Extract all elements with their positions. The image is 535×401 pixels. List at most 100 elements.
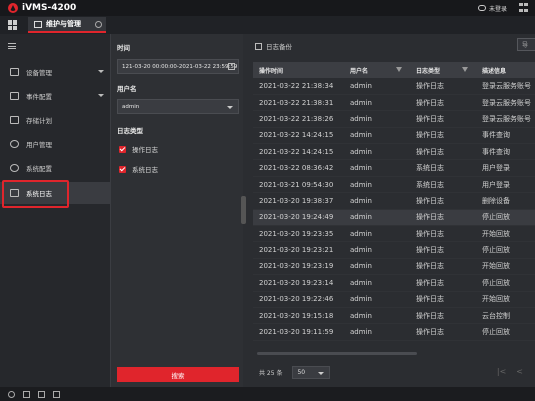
sidebar-item-label: 设备管理 (26, 69, 52, 77)
table-row[interactable]: 2021-03-20 19:11:59 admin 操作日志 停止回放 (253, 323, 535, 341)
table-cell: 操作日志 (410, 274, 476, 292)
table-cell: admin (344, 159, 410, 177)
app-title: iVMS-4200 (22, 3, 77, 13)
app-logo-icon (8, 3, 18, 13)
log-type-label: 日志类型 (117, 127, 143, 135)
table-row[interactable]: 2021-03-20 19:22:46 admin 操作日志 开始回放 (253, 291, 535, 308)
table-row[interactable]: 2021-03-20 19:23:21 admin 操作日志 停止回放 (253, 241, 535, 259)
system-log-checkbox[interactable]: 系统日志 (119, 164, 158, 174)
storage-icon (10, 116, 19, 124)
column-header-description[interactable]: 描述信息 (476, 62, 535, 78)
title-bar: iVMS-4200 未登录 (0, 0, 535, 16)
table-cell: 操作日志 (410, 323, 476, 341)
table-cell: 停止回放 (476, 209, 535, 227)
first-page-icon[interactable]: |< (497, 367, 506, 376)
table-cell: 云台控制 (476, 307, 535, 325)
table-row[interactable]: 2021-03-20 19:38:37 admin 操作日志 删除设备 (253, 192, 535, 210)
sidebar-item-event-config[interactable]: 事件配置 (0, 85, 110, 107)
table-cell: 登录云服务账号 (476, 110, 535, 128)
sidebar-item-system-config[interactable]: 系统配置 (0, 157, 110, 179)
table-cell: admin (344, 258, 410, 276)
table-cell: 事件查询 (476, 143, 535, 161)
filter-panel: 时间 121-03-20 00:00:00-2021-03-22 23:59:5… (110, 34, 243, 387)
table-cell: admin (344, 209, 410, 227)
table-cell: admin (344, 241, 410, 259)
table-cell: admin (344, 323, 410, 341)
table-row[interactable]: 2021-03-20 19:23:35 admin 操作日志 开始回放 (253, 225, 535, 243)
event-icon (10, 92, 19, 100)
checkbox-checked-icon (119, 145, 126, 153)
operation-log-checkbox[interactable]: 操作日志 (119, 144, 158, 154)
table-cell: 操作日志 (410, 241, 476, 259)
username-select[interactable]: admin (117, 99, 239, 114)
alarm-icon[interactable] (8, 390, 15, 398)
table-cell: admin (344, 143, 410, 161)
table-cell: 2021-03-22 21:38:31 (253, 94, 344, 112)
sidebar-item-label: 事件配置 (26, 93, 52, 101)
table-row[interactable]: 2021-03-22 21:38:31 admin 操作日志 登录云服务账号 (253, 94, 535, 112)
table-cell: admin (344, 176, 410, 194)
time-range-value: 121-03-20 00:00:00-2021-03-22 23:59:59 (122, 63, 238, 70)
sound-icon[interactable] (53, 390, 60, 398)
prev-page-icon[interactable]: < (516, 367, 523, 376)
table-cell: 操作日志 (410, 143, 476, 161)
table-cell: 2021-03-20 19:11:59 (253, 323, 344, 341)
table-cell: 系统日志 (410, 176, 476, 194)
table-cell: 2021-03-21 09:54:30 (253, 176, 344, 194)
sidebar-item-storage-schedule[interactable]: 存储计划 (0, 109, 110, 131)
column-header-type[interactable]: 日志类型 (410, 62, 476, 78)
panel-collapse-handle[interactable] (241, 196, 246, 224)
table-cell: 操作日志 (410, 110, 476, 128)
table-cell: 停止回放 (476, 274, 535, 292)
chevron-down-icon (98, 94, 104, 97)
log-table: 操作时间 用户名 日志类型 描述信息 2021-03-22 21:38:34 ad… (253, 62, 535, 341)
sidebar-item-user-management[interactable]: 用户管理 (0, 133, 110, 155)
table-row[interactable]: 2021-03-20 19:23:19 admin 操作日志 开始回放 (253, 258, 535, 276)
gear-icon (10, 164, 19, 172)
table-row[interactable]: 2021-03-22 21:38:34 admin 操作日志 登录云服务账号 (253, 78, 535, 95)
control-panel-icon[interactable] (8, 20, 18, 30)
time-label: 时间 (117, 44, 130, 52)
table-cell: 操作日志 (410, 94, 476, 112)
username-label: 用户名 (117, 85, 137, 93)
checkbox-checked-icon (119, 165, 126, 173)
export-button[interactable]: 导 (517, 38, 535, 51)
search-button[interactable]: 搜索 (117, 367, 239, 382)
table-row[interactable]: 2021-03-22 08:36:42 admin 系统日志 用户登录 (253, 159, 535, 177)
table-cell: 开始回放 (476, 291, 535, 308)
log-panel: 日志备份 导 操作时间 用户名 日志类型 描述信息 2021-03-22 21:… (247, 34, 535, 387)
table-row[interactable]: 2021-03-22 14:24:15 admin 操作日志 事件查询 (253, 143, 535, 161)
table-cell: 2021-03-20 19:23:35 (253, 225, 344, 243)
sidebar-item-device-management[interactable]: 设备管理 (0, 61, 110, 83)
device-icon (10, 68, 19, 76)
column-header-user[interactable]: 用户名 (344, 62, 410, 78)
tab-label: 维护与管理 (46, 20, 81, 28)
column-header-time[interactable]: 操作时间 (253, 62, 344, 78)
page-size-select[interactable]: 50 (292, 366, 331, 379)
tab-maintenance[interactable]: 维护与管理 (28, 17, 106, 33)
table-cell: admin (344, 110, 410, 128)
table-row[interactable]: 2021-03-22 21:38:26 admin 操作日志 登录云服务账号 (253, 110, 535, 128)
main-menu-icon[interactable] (519, 3, 529, 13)
filter-icon[interactable] (396, 67, 402, 72)
login-button[interactable]: 未登录 (477, 3, 507, 13)
table-row[interactable]: 2021-03-21 09:54:30 admin 系统日志 用户登录 (253, 176, 535, 194)
table-row[interactable]: 2021-03-20 19:15:18 admin 操作日志 云台控制 (253, 307, 535, 325)
chevron-down-icon (227, 106, 233, 109)
table-cell: 2021-03-22 14:24:15 (253, 143, 344, 161)
chevron-down-icon (98, 70, 104, 73)
horizontal-scrollbar[interactable] (257, 352, 417, 355)
calendar-icon[interactable] (228, 63, 235, 70)
table-cell: 操作日志 (410, 209, 476, 227)
cloud-icon (477, 5, 486, 11)
table-row[interactable]: 2021-03-22 14:24:15 admin 操作日志 事件查询 (253, 127, 535, 145)
time-range-input[interactable]: 121-03-20 00:00:00-2021-03-22 23:59:59 (117, 59, 239, 74)
table-row[interactable]: 2021-03-20 19:23:14 admin 操作日志 停止回放 (253, 274, 535, 292)
tab-close-icon[interactable] (95, 21, 102, 28)
collapse-menu-icon[interactable] (8, 43, 16, 49)
event-list-icon[interactable] (38, 390, 45, 398)
table-row[interactable]: 2021-03-20 19:24:49 admin 操作日志 停止回放 (253, 209, 535, 227)
delete-icon[interactable] (23, 390, 30, 398)
filter-icon[interactable] (462, 67, 468, 72)
log-backup-button[interactable]: 日志备份 (255, 41, 292, 51)
